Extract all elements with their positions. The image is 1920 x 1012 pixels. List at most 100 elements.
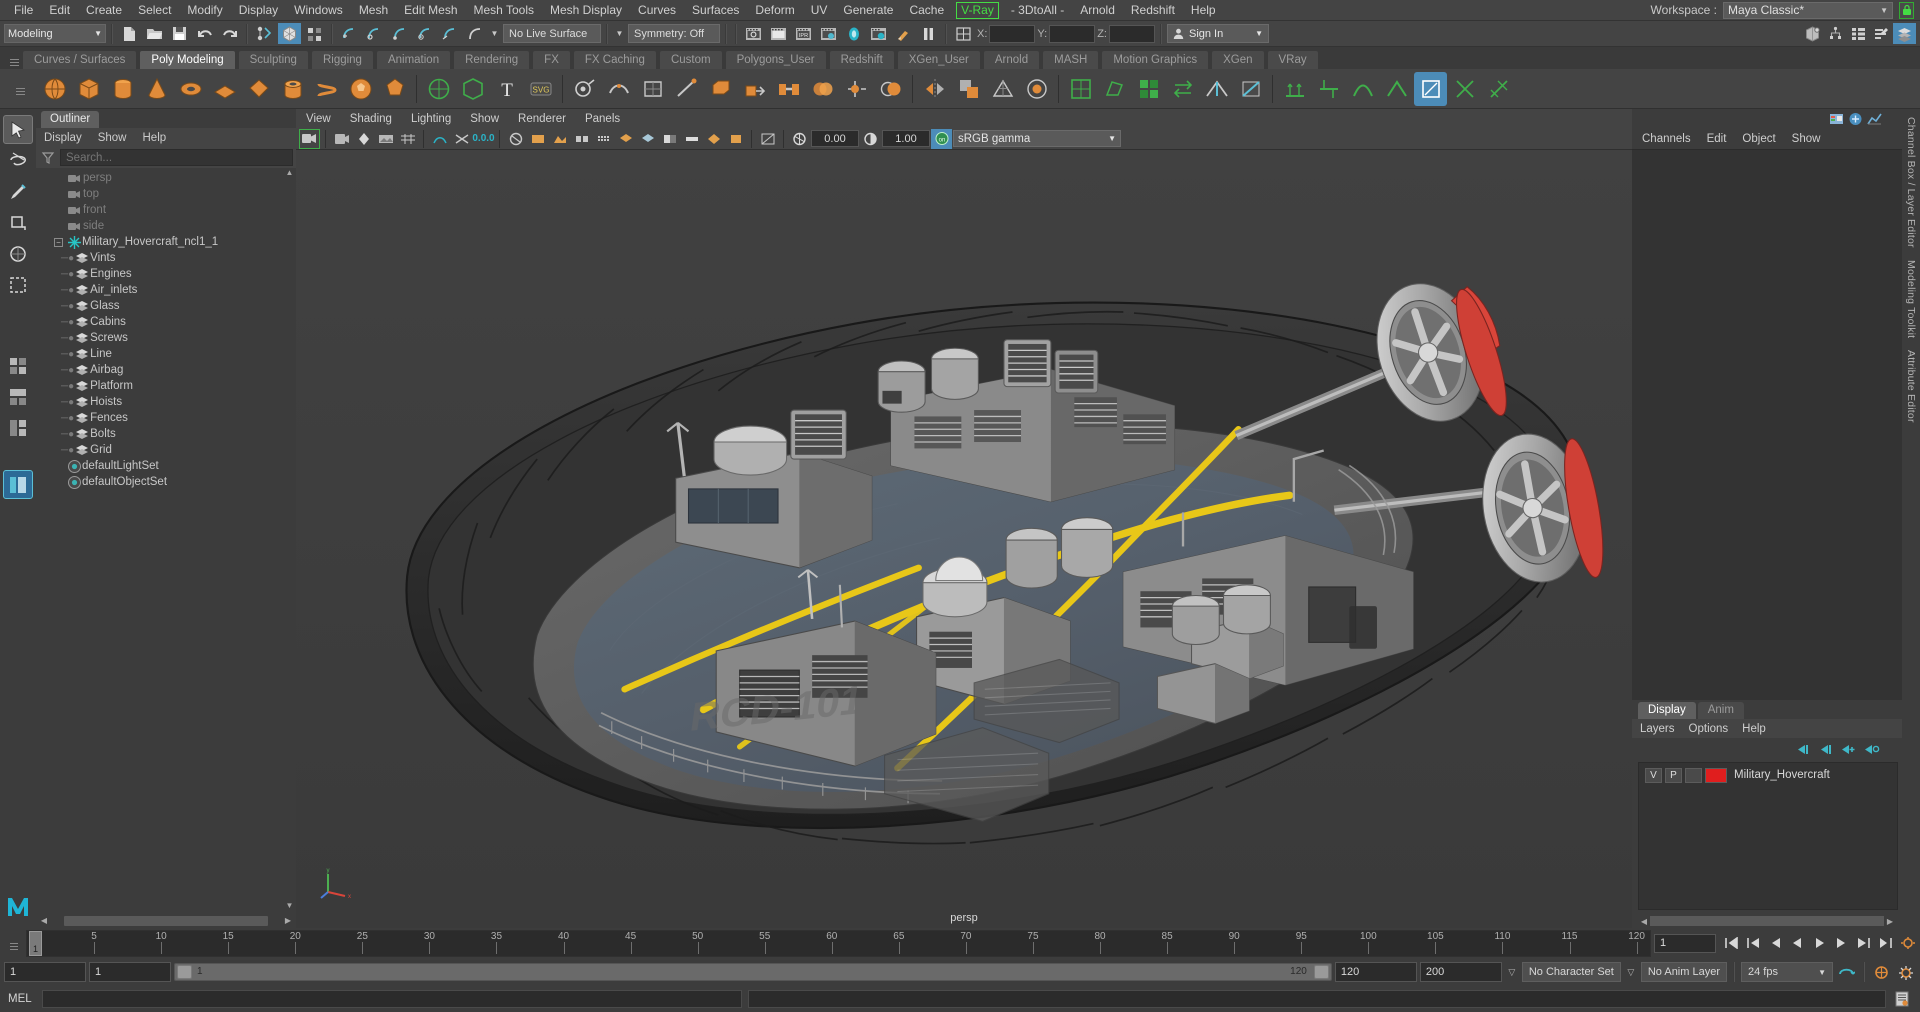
poly-helix-icon[interactable] <box>310 72 343 106</box>
goto-frame-field[interactable]: 1 <box>1654 933 1716 953</box>
outliner-item-grid[interactable]: ─● Grid <box>36 442 296 458</box>
render-current-frame-button[interactable] <box>742 23 765 44</box>
poly-torus-icon[interactable] <box>174 72 207 106</box>
channel-box-content[interactable] <box>1632 149 1902 700</box>
playback-speed-select[interactable]: 24 fps ▼ <box>1741 962 1833 982</box>
color-management-toggle-icon[interactable]: on <box>931 128 952 149</box>
menu-surfaces[interactable]: Surfaces <box>684 0 747 21</box>
poly-reduce-icon[interactable] <box>986 72 1019 106</box>
scroll-down-icon[interactable]: ▼ <box>286 901 294 913</box>
go-to-end-icon[interactable] <box>1875 932 1896 954</box>
poly-cube-icon[interactable] <box>72 72 105 106</box>
shelf-tab-motion-graphics[interactable]: Motion Graphics <box>1101 50 1210 69</box>
select-by-hierarchy-button[interactable] <box>253 23 276 44</box>
outliner-item-persp[interactable]: persp <box>36 170 296 186</box>
lock-icon[interactable] <box>1899 1 1914 19</box>
motion-blur-icon[interactable] <box>681 129 702 149</box>
single-pane-layout-icon[interactable] <box>3 413 33 442</box>
nurbs-sphere-icon[interactable] <box>422 72 455 106</box>
render-region-button[interactable] <box>892 23 915 44</box>
two-sided-lighting-icon[interactable] <box>353 129 374 149</box>
smooth-shade-icon[interactable] <box>549 129 570 149</box>
show-graph-editor-icon[interactable] <box>1867 112 1882 126</box>
layer-row[interactable]: V P Military_Hovercraft <box>1639 766 1897 784</box>
shelf-tab-redshift[interactable]: Redshift <box>828 50 895 69</box>
render-settings-button[interactable] <box>817 23 840 44</box>
shelf-tab-arnold[interactable]: Arnold <box>982 50 1041 69</box>
channel-menu-object[interactable]: Object <box>1742 133 1775 145</box>
transfer-attributes-icon[interactable] <box>1166 72 1199 106</box>
viewport-3d-canvas[interactable]: RCD-101 persp y x <box>296 150 1632 928</box>
snap-to-point-button[interactable] <box>388 23 411 44</box>
text-tool-icon[interactable]: T <box>490 72 523 106</box>
chevron-down-icon[interactable]: ▼ <box>613 24 626 43</box>
channel-menu-channels[interactable]: Channels <box>1642 133 1691 145</box>
shelf-grip-handle[interactable] <box>4 72 37 106</box>
shelf-tab-rigging[interactable]: Rigging <box>310 50 374 69</box>
coord-y-input[interactable] <box>1049 24 1096 43</box>
outliner-item-default-object-set[interactable]: defaultObjectSet <box>36 474 296 490</box>
outliner-item-air-inlets[interactable]: ─● Air_inlets <box>36 282 296 298</box>
quad-draw-icon[interactable] <box>636 72 669 106</box>
shelf-tab-rendering[interactable]: Rendering <box>453 50 531 69</box>
menu-file[interactable]: File <box>6 0 41 21</box>
separate-icon[interactable] <box>840 72 873 106</box>
layer-shading-toggle[interactable] <box>1685 767 1702 783</box>
layer-list-scrollbar[interactable]: ◀ ▶ <box>1638 914 1896 928</box>
playback-end-time-field[interactable]: 120 <box>1334 962 1417 982</box>
menu-windows[interactable]: Windows <box>286 0 351 21</box>
menu-edit[interactable]: Edit <box>41 0 78 21</box>
shelf-tab-fx[interactable]: FX <box>532 50 571 69</box>
collapse-expand-icon[interactable]: − <box>54 237 63 247</box>
menu-modify[interactable]: Modify <box>179 0 230 21</box>
tab-display-layers[interactable]: Display <box>1638 702 1696 719</box>
time-slider[interactable]: 1 5 10 15 20 25 30 35 40 45 50 55 60 65 70 75 80 85 90 95 1… <box>26 929 1651 957</box>
auto-key-loop-icon[interactable] <box>1836 961 1857 983</box>
shelf-tab-mash[interactable]: MASH <box>1042 50 1100 69</box>
menu-edit-mesh[interactable]: Edit Mesh <box>396 0 465 21</box>
textured-mode-icon[interactable] <box>593 129 614 149</box>
image-plane-icon[interactable] <box>375 129 396 149</box>
snap-to-curve-button[interactable] <box>363 23 386 44</box>
use-all-lights-icon[interactable] <box>615 129 636 149</box>
crease-tool-icon[interactable] <box>1200 72 1233 106</box>
xray-joints-icon[interactable]: 0.0.0 <box>472 129 494 149</box>
outliner-item-platform[interactable]: ─● Platform <box>36 378 296 394</box>
exposure-icon[interactable] <box>789 129 810 149</box>
shade-wireframe-icon[interactable] <box>571 129 592 149</box>
sign-in-button[interactable]: Sign In ▼ <box>1166 24 1269 43</box>
viewport-menu-lighting[interactable]: Lighting <box>411 113 451 125</box>
hypershade-button[interactable] <box>842 23 865 44</box>
outliner-item-side[interactable]: side <box>36 218 296 234</box>
shelf-tab-sculpting[interactable]: Sculpting <box>237 50 309 69</box>
poly-plane-icon[interactable] <box>208 72 241 106</box>
outliner-item-fences[interactable]: ─● Fences <box>36 410 296 426</box>
step-forward-key-icon[interactable] <box>1853 932 1874 954</box>
snap-to-view-planes-button[interactable] <box>438 23 461 44</box>
snap-to-grid-button[interactable] <box>338 23 361 44</box>
menu-uv[interactable]: UV <box>803 0 836 21</box>
play-backwards-icon[interactable] <box>1787 932 1808 954</box>
undo-button[interactable] <box>193 23 216 44</box>
go-to-start-icon[interactable] <box>1721 932 1742 954</box>
new-layer-icon[interactable] <box>1842 743 1857 756</box>
depth-of-field-icon[interactable] <box>725 129 746 149</box>
menu-help[interactable]: Help <box>1183 0 1224 21</box>
range-end-handle[interactable] <box>1313 965 1329 979</box>
show-attribute-editor-icon[interactable] <box>1848 112 1863 126</box>
outliner-item-hoists[interactable]: ─● Hoists <box>36 394 296 410</box>
outliner-layout-icon[interactable] <box>3 470 33 499</box>
ipr-render-button[interactable]: IPR <box>792 23 815 44</box>
poly-prism-icon[interactable] <box>242 72 275 106</box>
input-fields-toggle-button[interactable] <box>952 23 975 44</box>
menu-curves[interactable]: Curves <box>630 0 684 21</box>
uv-editor-icon[interactable] <box>1064 72 1097 106</box>
display-layers-list[interactable]: V P Military_Hovercraft <box>1638 762 1898 910</box>
scroll-right-icon[interactable]: ▶ <box>282 916 294 925</box>
menu-create[interactable]: Create <box>78 0 130 21</box>
range-slider-bar[interactable]: 1 120 <box>174 963 1332 981</box>
scale-tool-icon[interactable] <box>3 270 33 299</box>
step-back-key-icon[interactable] <box>1743 932 1764 954</box>
step-back-frame-icon[interactable] <box>1765 932 1786 954</box>
chevron-down-icon[interactable]: ▼ <box>488 24 501 43</box>
